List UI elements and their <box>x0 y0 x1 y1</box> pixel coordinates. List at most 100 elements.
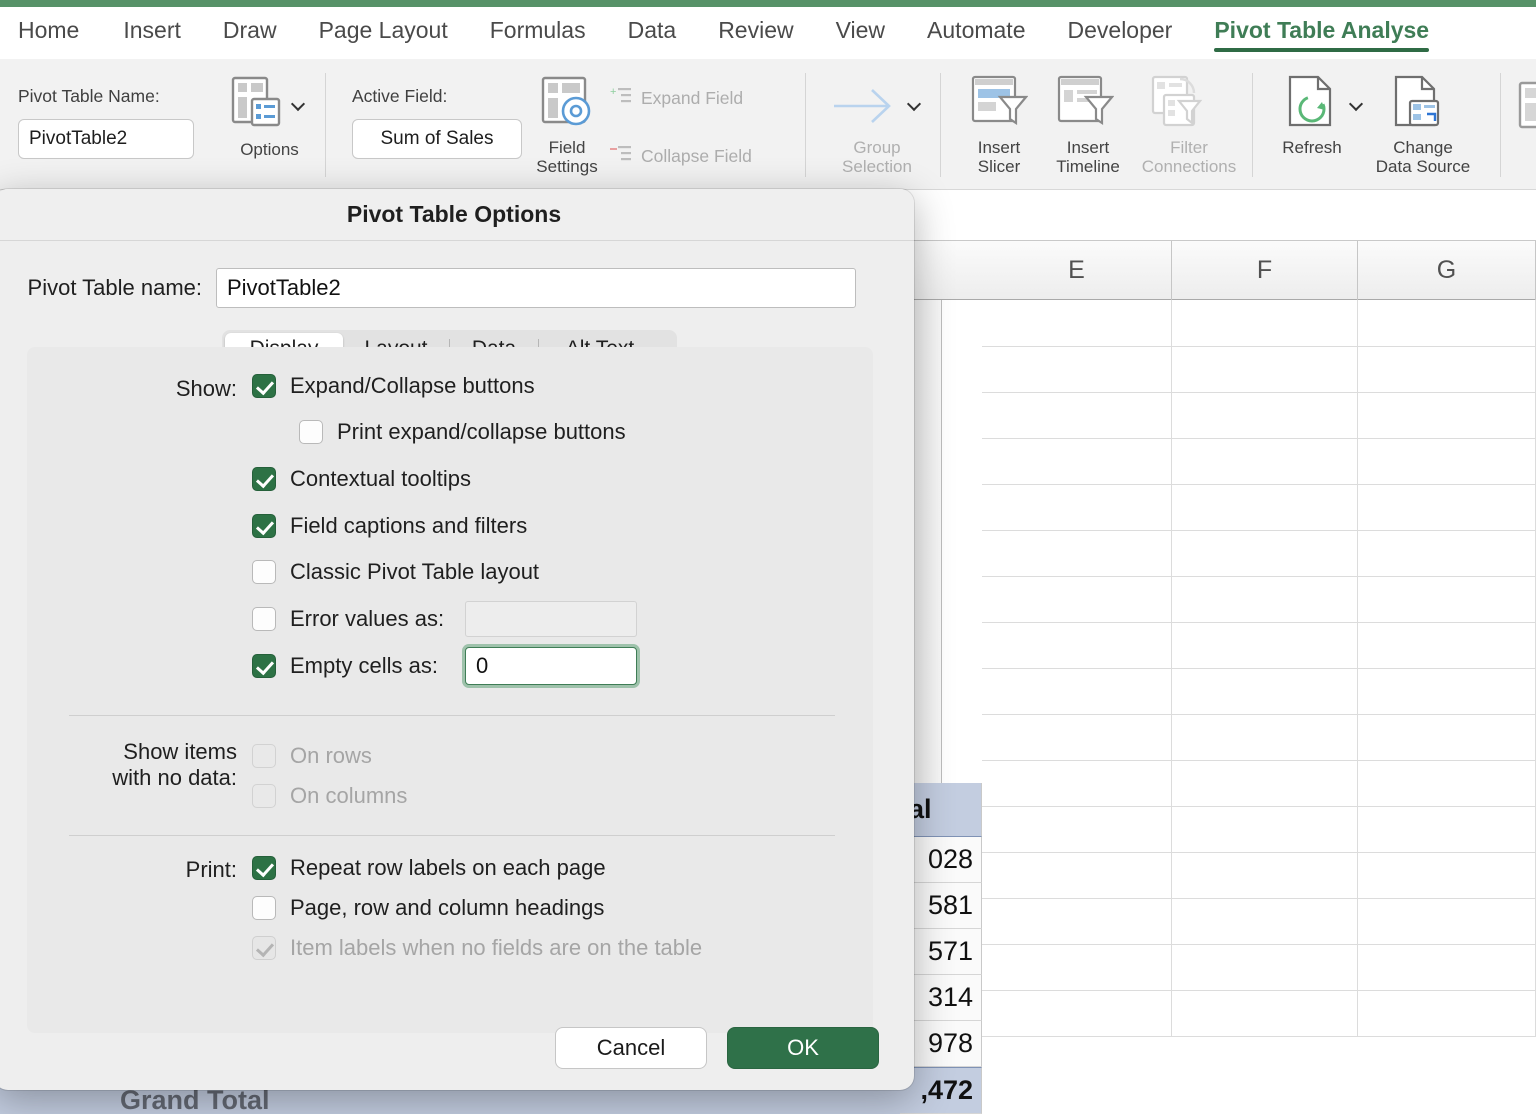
grid-cell[interactable] <box>982 853 1172 899</box>
checkbox-row-on-rows[interactable]: On rows <box>252 743 372 769</box>
checkbox-contextual-tooltips[interactable] <box>252 467 276 491</box>
checkbox-repeat-row-labels[interactable] <box>252 856 276 880</box>
checkbox-error-values-as[interactable] <box>252 607 276 631</box>
overflow-icon[interactable] <box>1518 79 1536 140</box>
grid-cell[interactable] <box>1358 393 1536 439</box>
checkbox-row-repeat-row-labels[interactable]: Repeat row labels on each page <box>252 855 606 881</box>
grid-cell[interactable] <box>1358 853 1536 899</box>
refresh-icon[interactable] <box>1284 73 1342 136</box>
ok-button[interactable]: OK <box>727 1027 879 1069</box>
grid-cell[interactable] <box>982 899 1172 945</box>
options-button[interactable]: Options <box>222 138 317 159</box>
checkbox-page-row-column-headings[interactable] <box>252 896 276 920</box>
grid-cell[interactable] <box>1172 991 1358 1037</box>
change-data-source-button[interactable]: Change Data Source <box>1350 138 1496 176</box>
checkbox-row-on-columns[interactable]: On columns <box>252 783 407 809</box>
grid-cell[interactable] <box>1358 807 1536 853</box>
active-field-input[interactable]: Sum of Sales <box>352 119 522 159</box>
ribbon-group-overflow[interactable] <box>1518 59 1536 190</box>
grid-cell[interactable] <box>1172 623 1358 669</box>
grid-cell[interactable] <box>982 807 1172 853</box>
grid-cell[interactable] <box>1358 577 1536 623</box>
checkbox-print-expand-collapse-buttons[interactable] <box>299 420 323 444</box>
checkbox-empty-cells-as[interactable] <box>252 654 276 678</box>
insert-slicer-button[interactable]: Insert Slicer <box>952 138 1046 176</box>
column-header-G[interactable]: G <box>1358 241 1536 300</box>
column-header-F[interactable]: F <box>1172 241 1358 300</box>
input-error-values-as[interactable] <box>465 601 637 637</box>
worksheet-grid[interactable]: E F G <box>900 190 1536 1114</box>
checkbox-item-labels-no-fields[interactable] <box>252 936 276 960</box>
filter-connections-button[interactable]: Filter Connections <box>1130 138 1248 176</box>
group-selection-button[interactable]: Group Selection <box>822 138 932 176</box>
grid-cell[interactable] <box>1358 669 1536 715</box>
grid-cell[interactable] <box>1358 991 1536 1037</box>
grid-cell[interactable] <box>1172 761 1358 807</box>
checkbox-row-page-row-column-headings[interactable]: Page, row and column headings <box>252 895 604 921</box>
column-header-E[interactable]: E <box>982 241 1172 300</box>
checkbox-on-columns[interactable] <box>252 784 276 808</box>
ribbon-tab-developer[interactable]: Developer <box>1068 17 1173 50</box>
grid-cell[interactable] <box>982 577 1172 623</box>
grid-cell[interactable] <box>1172 807 1358 853</box>
ribbon-tab-data[interactable]: Data <box>628 17 677 50</box>
grid-cell[interactable] <box>982 300 1172 347</box>
grid-cell[interactable] <box>1358 899 1536 945</box>
ribbon-tab-draw[interactable]: Draw <box>223 17 277 50</box>
checkbox-classic-pivot-table-layout[interactable] <box>252 560 276 584</box>
field-settings-button[interactable]: Field Settings <box>524 138 610 176</box>
grid-cell[interactable] <box>982 531 1172 577</box>
group-selection-chevron-down-icon[interactable] <box>908 97 921 110</box>
grid-cell[interactable] <box>1358 347 1536 393</box>
checkbox-expand-collapse-buttons[interactable] <box>252 374 276 398</box>
grid-cell[interactable] <box>1172 577 1358 623</box>
refresh-chevron-down-icon[interactable] <box>1350 97 1363 110</box>
grid-cell[interactable] <box>982 669 1172 715</box>
grid-cell[interactable] <box>982 439 1172 485</box>
checkbox-field-captions-and-filters[interactable] <box>252 514 276 538</box>
grid-cell[interactable] <box>1172 853 1358 899</box>
expand-field-button[interactable]: + Expand Field <box>610 86 743 111</box>
checkbox-row-print-expand-collapse-buttons[interactable]: Print expand/collapse buttons <box>299 419 626 445</box>
grid-cell[interactable] <box>982 715 1172 761</box>
grid-cell[interactable] <box>1172 485 1358 531</box>
pivot-table-name-field[interactable]: PivotTable2 <box>216 268 856 308</box>
insert-slicer-icon[interactable] <box>970 73 1028 136</box>
ribbon-tab-formulas[interactable]: Formulas <box>490 17 586 50</box>
checkbox-row-expand-collapse-buttons[interactable]: Expand/Collapse buttons <box>252 373 535 399</box>
refresh-button[interactable]: Refresh <box>1264 138 1360 157</box>
grid-cell[interactable] <box>1358 485 1536 531</box>
checkbox-row-item-labels-no-fields[interactable]: Item labels when no fields are on the ta… <box>252 935 702 961</box>
grid-cell[interactable] <box>982 945 1172 991</box>
cancel-button[interactable]: Cancel <box>555 1027 707 1069</box>
grid-cell[interactable] <box>1358 715 1536 761</box>
grid-cell[interactable] <box>1172 945 1358 991</box>
grid-cell[interactable] <box>1172 669 1358 715</box>
options-icon[interactable] <box>228 73 286 136</box>
checkbox-on-rows[interactable] <box>252 744 276 768</box>
grid-cell[interactable] <box>1172 393 1358 439</box>
grid-cell[interactable] <box>982 761 1172 807</box>
insert-timeline-icon[interactable] <box>1056 73 1114 136</box>
grid-cell[interactable] <box>1358 531 1536 577</box>
grid-cell[interactable] <box>1358 761 1536 807</box>
ribbon-tab-pivot-table-analyse[interactable]: Pivot Table Analyse <box>1214 17 1429 50</box>
grid-cell[interactable] <box>1358 300 1536 347</box>
grid-cell[interactable] <box>982 393 1172 439</box>
grid-cell[interactable] <box>1172 899 1358 945</box>
grid-cell[interactable] <box>1358 439 1536 485</box>
collapse-field-button[interactable]: Collapse Field <box>610 144 752 169</box>
grid-cell[interactable] <box>982 623 1172 669</box>
grid-cell[interactable] <box>1172 715 1358 761</box>
grid-cell[interactable] <box>1358 623 1536 669</box>
input-empty-cells-as[interactable]: 0 <box>465 647 637 685</box>
grid-cell[interactable] <box>982 485 1172 531</box>
grid-cell[interactable] <box>982 347 1172 393</box>
group-selection-icon[interactable] <box>832 85 898 132</box>
grid-cell[interactable] <box>1172 300 1358 347</box>
checkbox-row-empty-cells-as[interactable]: Empty cells as: <box>252 653 438 679</box>
checkbox-row-classic-pivot-table-layout[interactable]: Classic Pivot Table layout <box>252 559 539 585</box>
filter-connections-icon[interactable] <box>1150 73 1208 136</box>
checkbox-row-error-values-as[interactable]: Error values as: <box>252 606 444 632</box>
grid-cell[interactable] <box>1172 347 1358 393</box>
